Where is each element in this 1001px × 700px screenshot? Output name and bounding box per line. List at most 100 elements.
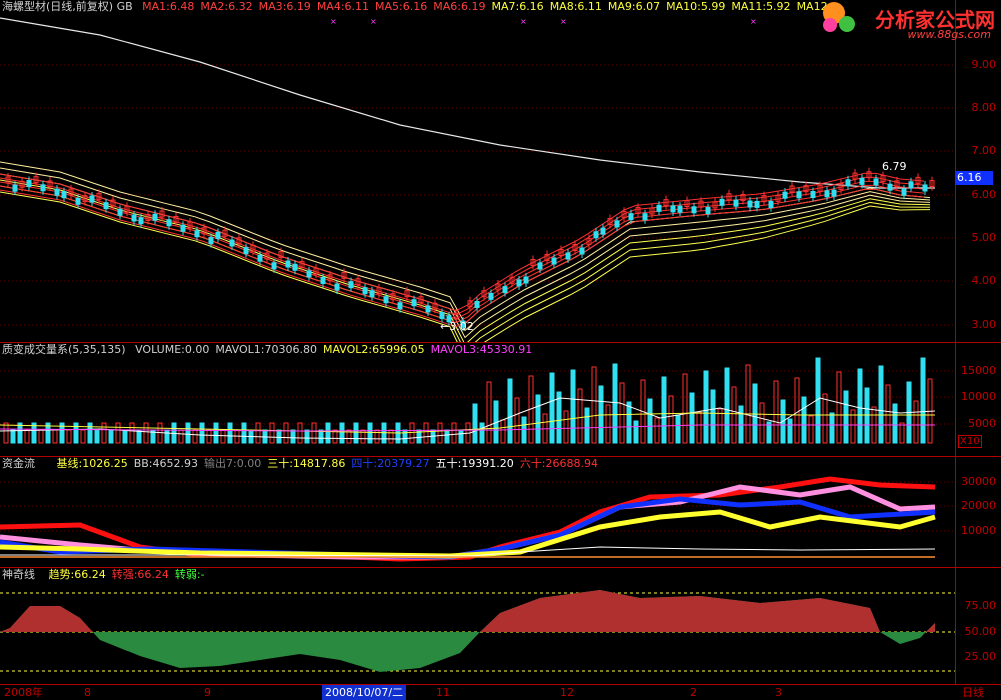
volume-bar <box>717 408 723 444</box>
volume-bar <box>773 380 779 444</box>
candle-body <box>271 262 277 270</box>
selected-date[interactable]: 2008/10/07/二 <box>322 685 407 700</box>
volume-bar <box>675 414 681 444</box>
candle-body <box>383 296 389 304</box>
axis-tick-1: 10000 <box>961 390 996 403</box>
candle-body <box>579 247 585 255</box>
volume-bar <box>437 422 443 444</box>
date-label-6: 2 <box>690 686 697 699</box>
volume-bar <box>885 384 891 444</box>
candle-body <box>152 213 158 221</box>
magic-axis: 75.00 50.00 25.00 <box>955 568 1001 684</box>
date-axis-bar[interactable]: 2008年 8 9 2008/10/07/二 11 12 2 3 日线 <box>0 684 1001 700</box>
low-price-label: ←3.02 <box>440 320 474 333</box>
vol-label-0: VOLUME:0.00 <box>135 343 210 356</box>
fund-label-2: 输出7:0.00 <box>204 457 262 470</box>
volume-bar <box>283 422 289 444</box>
volume-bar <box>745 364 751 444</box>
ma-label-6: MA7:6.16 <box>491 0 544 13</box>
magic-line-panel[interactable]: 神奇线 趋势:66.24 转强:66.24 转弱:- 75.00 50.00 25.00 <box>0 568 1001 684</box>
volume-bar <box>591 366 597 444</box>
stock-title: 海螺型材(日线,前复权) GB <box>2 0 133 13</box>
magic-header: 神奇线 趋势:66.24 转强:66.24 转弱:- <box>2 568 211 582</box>
volume-bar <box>731 386 737 444</box>
volume-chart[interactable] <box>0 343 1001 456</box>
candle-body <box>642 213 648 221</box>
candle-body <box>705 207 711 214</box>
volume-bar <box>290 429 296 444</box>
axis-tick-0: 15000 <box>961 364 996 377</box>
fund-label-0: 基线:1026.25 <box>56 457 128 470</box>
vol-label-3: MAVOL3:45330.91 <box>430 343 533 356</box>
fund-flow-chart[interactable] <box>0 457 1001 567</box>
volume-bar <box>696 411 702 444</box>
volume-bar <box>122 429 128 444</box>
candle-body <box>257 254 263 262</box>
volume-bar <box>409 422 415 444</box>
axis-tick-0: 9.00 <box>971 58 997 71</box>
magic-line-chart[interactable] <box>0 568 1001 684</box>
candle-body <box>166 219 172 227</box>
volume-bar <box>549 372 555 444</box>
fund-label-3: 三十:14817.86 <box>267 457 346 470</box>
volume-bar <box>199 422 205 444</box>
candle-body <box>320 276 326 284</box>
candle-body <box>733 199 739 207</box>
volume-bar <box>353 422 359 444</box>
candle-body <box>719 198 725 206</box>
volume-bar <box>241 422 247 444</box>
candle-body <box>628 213 634 221</box>
ma-label-10: MA11:5.92 <box>731 0 791 13</box>
volume-bar <box>836 371 842 444</box>
volume-bar <box>892 403 898 444</box>
candle-body <box>887 183 893 191</box>
axis-tick-6: 3.00 <box>971 318 997 331</box>
axis-tick-1: 20000 <box>961 499 996 512</box>
period-label[interactable]: 日线 <box>962 686 984 700</box>
volume-title: 质变成交量系(5,35,135) <box>2 343 126 356</box>
marker-1: × <box>370 17 377 26</box>
volume-panel[interactable]: 质变成交量系(5,35,135) VOLUME:0.00 MAVOL1:70306… <box>0 343 1001 456</box>
price-panel[interactable]: × × × × × 海螺型材(日线,前复权) GB MA1:6.48 MA2:6.32 MA… <box>0 0 1001 342</box>
volume-bar <box>318 429 324 444</box>
volume-bar <box>787 418 793 444</box>
candle-body <box>12 184 18 192</box>
date-label-7: 3 <box>775 686 782 699</box>
candle-body <box>306 270 312 278</box>
candle-body <box>117 208 123 216</box>
fund-label-6: 六十:26688.94 <box>519 457 599 470</box>
date-label-2: 9 <box>204 686 211 699</box>
candle-body <box>551 257 557 265</box>
candle-body <box>54 188 60 196</box>
volume-bar <box>3 422 9 444</box>
axis-tick-0: 75.00 <box>964 599 997 612</box>
volume-bar <box>724 367 730 444</box>
volume-bar <box>17 422 23 444</box>
fund-flow-panel[interactable]: 资金流 基线:1026.25 BB:4652.93 输出7:0.00 三十:14817… <box>0 457 1001 567</box>
price-header: 海螺型材(日线,前复权) GB MA1:6.48 MA2:6.32 MA3:6.19… <box>2 0 837 14</box>
volume-bar <box>808 415 814 444</box>
price-chart[interactable]: × × × × × <box>0 0 1001 342</box>
candle-body <box>523 276 529 284</box>
ma-yellow-2 <box>0 173 931 339</box>
volume-bar <box>479 422 485 444</box>
date-label-0: 2008年 <box>4 686 43 699</box>
axis-tick-2: 25.00 <box>964 650 997 663</box>
candle-body <box>537 262 543 270</box>
volume-bar <box>759 402 765 444</box>
volume-bar <box>633 420 639 444</box>
candle-body <box>369 290 375 298</box>
volume-bar <box>66 429 72 444</box>
candle-body <box>656 204 662 212</box>
volume-bar <box>535 394 541 444</box>
volume-bar <box>255 422 261 444</box>
ma-long-line <box>0 17 935 189</box>
volume-bar <box>458 429 464 444</box>
volume-bar <box>164 429 170 444</box>
current-price-tag: 6.16 <box>955 171 993 185</box>
ma-label-2: MA3:6.19 <box>258 0 311 13</box>
volume-bar <box>213 422 219 444</box>
candle-body <box>901 188 907 196</box>
candle-body <box>138 217 144 225</box>
line-forty <box>0 496 936 560</box>
